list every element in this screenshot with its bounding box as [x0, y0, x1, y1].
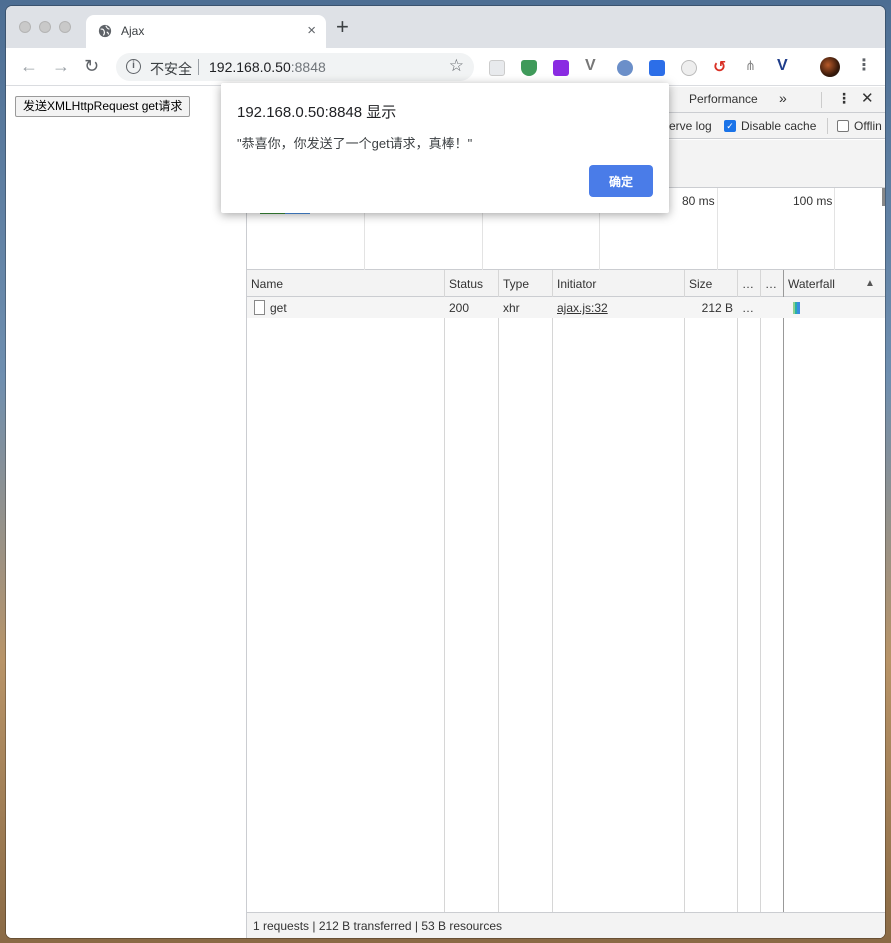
sort-ascending-icon[interactable]: ▲	[865, 278, 875, 289]
column-status[interactable]: Status	[449, 277, 483, 291]
status-bar: 1 requests | 212 B transferred | 53 B re…	[247, 912, 885, 938]
request-table-header: Name Status Type Initiator Size … … Wate…	[247, 270, 885, 297]
tree-extension-icon[interactable]: ⋔	[745, 58, 761, 74]
refresh-extension-icon[interactable]: ↺	[713, 57, 729, 76]
minimize-window-button[interactable]	[39, 21, 51, 33]
kebab-icon[interactable]: ⋮	[856, 57, 872, 75]
overview-tick-label: 80 ms	[682, 194, 715, 208]
column-initiator[interactable]: Initiator	[557, 277, 596, 291]
vue-devtools-extension-icon[interactable]: V	[777, 57, 793, 74]
address-bar[interactable]: i 不安全 192.168.0.50:8848 ☆	[116, 53, 474, 81]
column-type[interactable]: Type	[503, 277, 529, 291]
star-icon[interactable]: ☆	[449, 56, 464, 76]
page-content: 发送XMLHttpRequest get请求	[6, 87, 246, 938]
row-name[interactable]: get	[270, 301, 287, 315]
compass-extension-icon[interactable]	[617, 60, 633, 76]
preserve-log-label[interactable]: erve log	[669, 119, 712, 133]
tab-title: Ajax	[121, 24, 145, 38]
forward-icon[interactable]: →	[52, 56, 70, 76]
zoom-window-button[interactable]	[59, 21, 71, 33]
back-icon[interactable]: ←	[20, 56, 38, 76]
column-divider[interactable]	[783, 270, 784, 912]
row-type: xhr	[503, 301, 520, 315]
browser-window: Ajax × + ← → ↻ i 不安全 192.168.0.50:8848 ☆…	[6, 6, 885, 938]
overview-tick-label: 100 ms	[793, 194, 833, 208]
devtools-panel: Performance » ⋮ ✕ erve log ✓ Disable cac…	[246, 87, 885, 938]
column-extra[interactable]: …	[765, 277, 777, 291]
overview-gridline	[717, 188, 718, 270]
reload-icon[interactable]: ↻	[84, 56, 99, 76]
offline-label[interactable]: Offlin	[854, 119, 882, 133]
close-window-button[interactable]	[19, 21, 31, 33]
alert-title: 192.168.0.50:8848 显示	[237, 104, 397, 121]
avatar[interactable]	[820, 57, 840, 77]
robot-extension-icon[interactable]	[681, 60, 697, 76]
send-get-request-button[interactable]: 发送XMLHttpRequest get请求	[15, 96, 191, 117]
column-divider[interactable]	[498, 270, 499, 912]
new-tab-button[interactable]: +	[336, 16, 349, 38]
more-tabs-icon[interactable]: »	[779, 90, 787, 106]
browser-toolbar: ← → ↻ i 不安全 192.168.0.50:8848 ☆ V ↺ ⋔ V …	[6, 48, 885, 86]
row-time: …	[742, 301, 754, 315]
disable-cache-label[interactable]: Disable cache	[741, 119, 816, 133]
column-divider[interactable]	[444, 270, 445, 912]
overview-scroll-handle[interactable]	[882, 188, 885, 206]
column-divider[interactable]	[684, 270, 685, 912]
column-waterfall[interactable]: Waterfall	[788, 277, 835, 291]
extension-icon[interactable]	[489, 60, 505, 76]
offline-checkbox[interactable]	[837, 120, 849, 132]
info-icon[interactable]: i	[126, 59, 141, 74]
alert-dialog: 192.168.0.50:8848 显示 "恭喜你，你发送了一个get请求，真棒…	[221, 83, 669, 213]
close-tab-icon[interactable]: ×	[307, 22, 316, 39]
devtools-kebab-icon[interactable]: ⋮	[837, 90, 851, 107]
disable-cache-checkbox[interactable]: ✓	[724, 120, 736, 132]
tab-ajax[interactable]: Ajax ×	[86, 15, 326, 48]
column-divider[interactable]	[760, 270, 761, 912]
ok-button[interactable]: 确定	[589, 165, 653, 197]
column-time[interactable]: …	[742, 277, 754, 291]
column-divider[interactable]	[552, 270, 553, 912]
shield-extension-icon[interactable]	[521, 60, 537, 76]
column-divider[interactable]	[737, 270, 738, 912]
toolbar-divider	[821, 92, 822, 108]
waterfall-bar	[793, 302, 800, 314]
tab-performance[interactable]: Performance	[689, 92, 758, 106]
alert-message: "恭喜你，你发送了一个get请求，真棒！"	[237, 136, 473, 151]
download-extension-icon[interactable]	[649, 60, 665, 76]
file-icon	[254, 300, 265, 315]
overview-gridline	[834, 188, 835, 270]
url-text[interactable]: 192.168.0.50:8848	[209, 59, 326, 75]
column-name[interactable]: Name	[251, 277, 283, 291]
status-summary: 1 requests | 212 B transferred | 53 B re…	[253, 919, 503, 933]
table-row[interactable]: get 200 xhr ajax.js:32 212 B …	[247, 297, 885, 318]
security-label[interactable]: 不安全	[150, 59, 192, 79]
row-size: 212 B	[701, 301, 733, 315]
row-status: 200	[449, 301, 470, 315]
rp-extension-icon[interactable]	[553, 60, 569, 76]
tab-strip: Ajax × +	[6, 6, 885, 48]
column-size[interactable]: Size	[689, 277, 712, 291]
toolbar-divider	[827, 118, 828, 134]
close-devtools-icon[interactable]: ✕	[861, 89, 874, 107]
row-initiator-link[interactable]: ajax.js:32	[557, 301, 608, 315]
globe-icon	[98, 24, 112, 38]
vue-extension-icon[interactable]: V	[585, 57, 601, 74]
omnibox-divider	[198, 59, 199, 75]
